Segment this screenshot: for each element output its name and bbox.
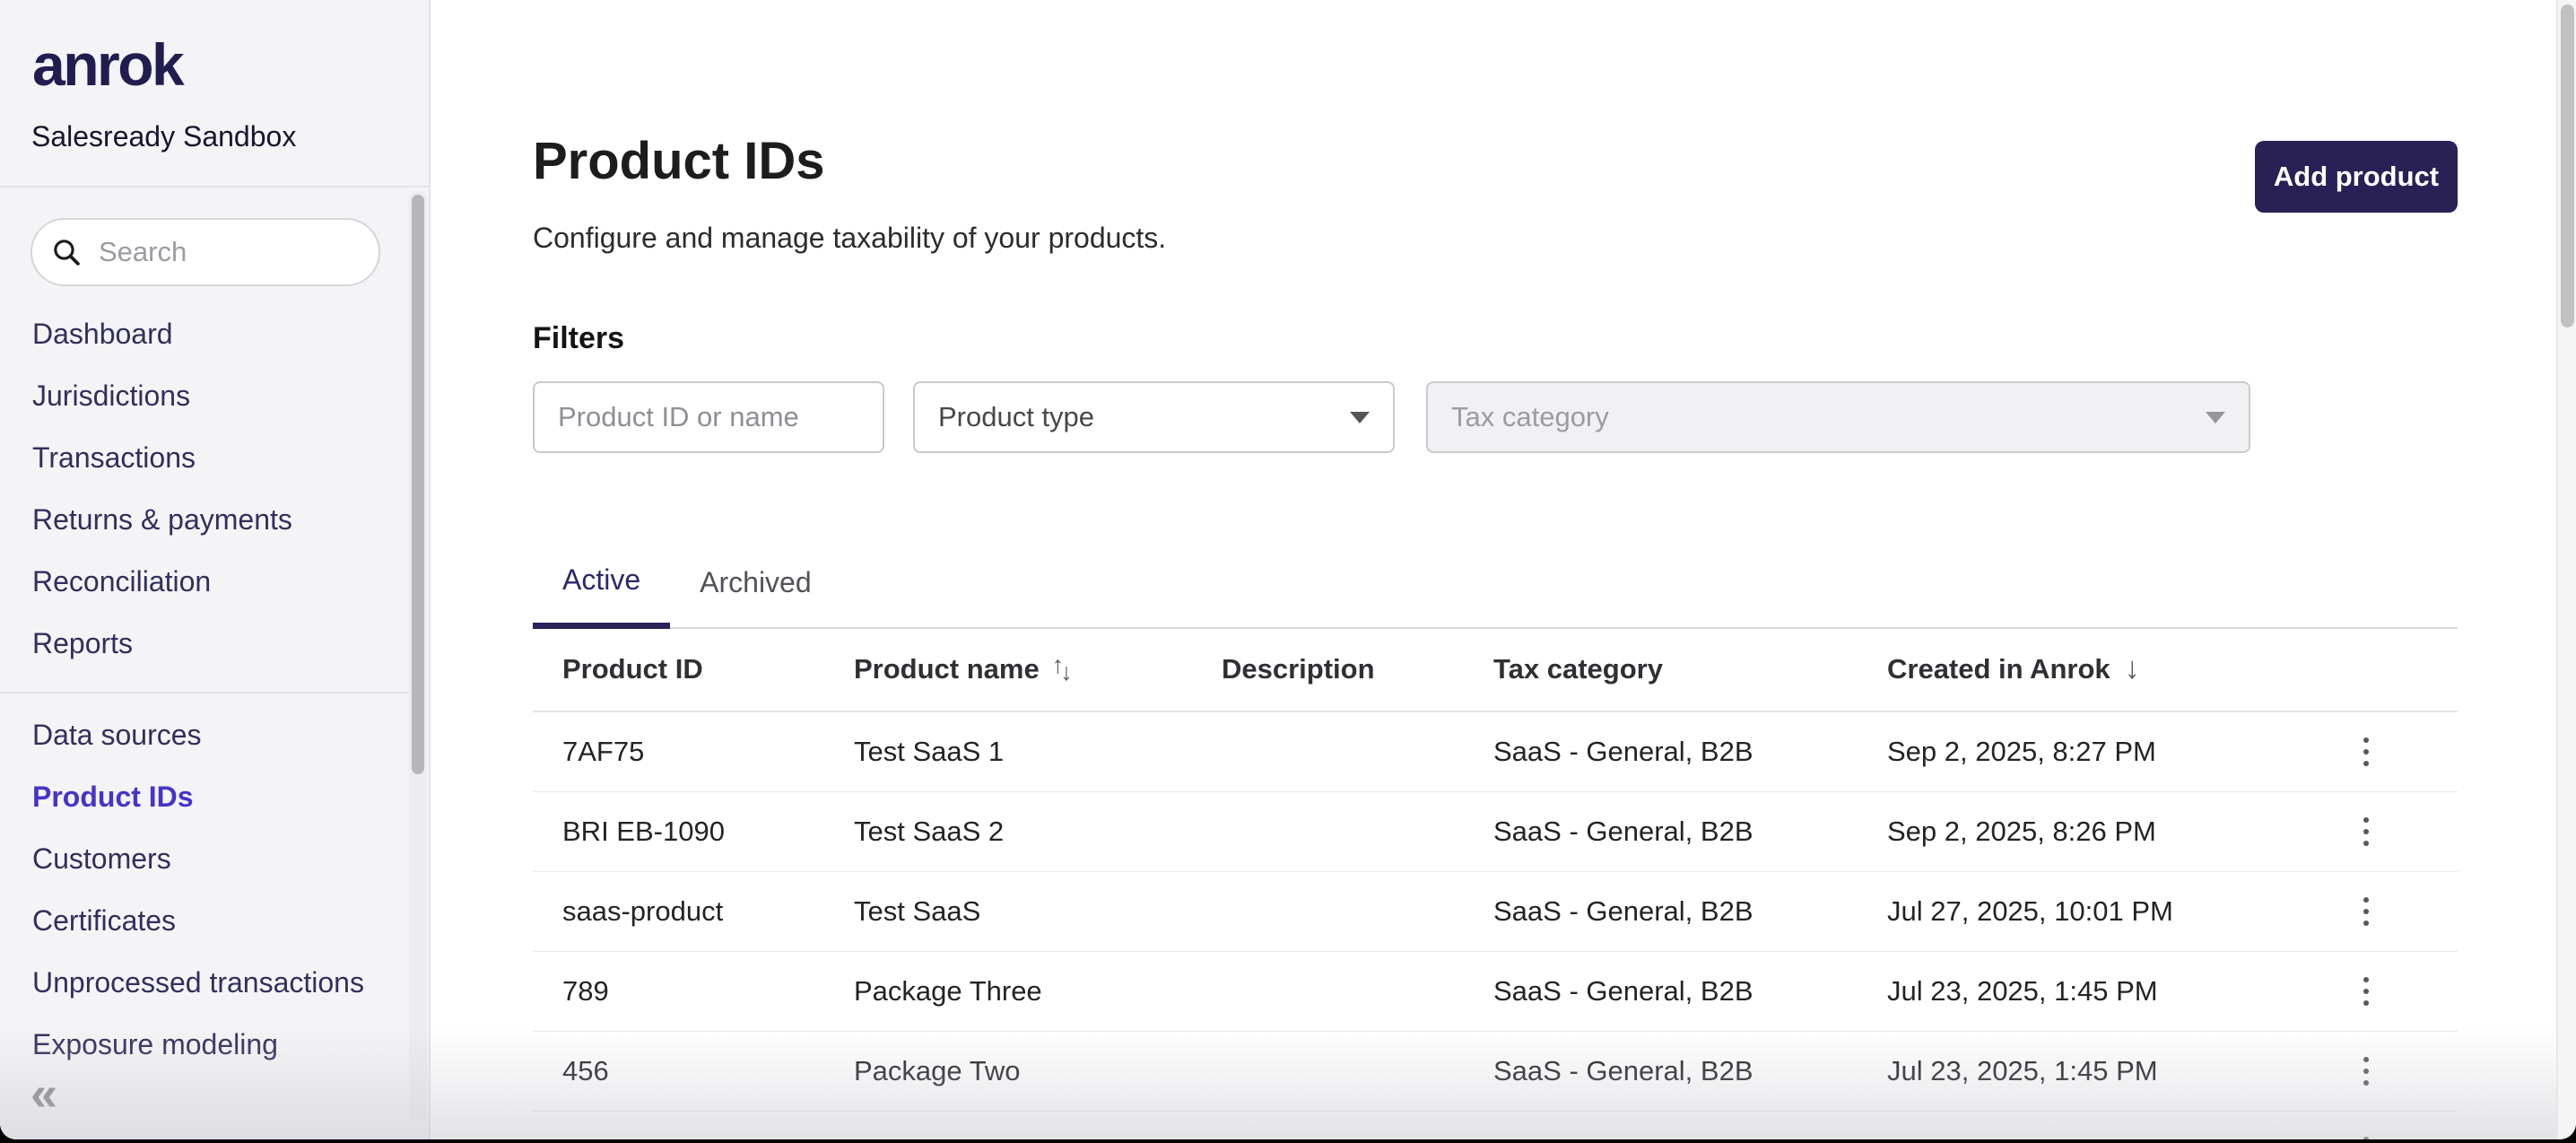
- sidebar-nav-primary: Dashboard Jurisdictions Transactions Ret…: [0, 303, 429, 675]
- row-menu-button[interactable]: [2348, 1130, 2384, 1139]
- cell-tax-category: SaaS - General, B2B: [1493, 895, 1887, 928]
- tax-category-filter-value: Tax category: [1451, 401, 1609, 433]
- sidebar-item-transactions[interactable]: Transactions: [0, 427, 429, 489]
- cell-tax-category: SaaS - General, B2B: [1493, 816, 1887, 848]
- table-row[interactable]: 456 Package Two SaaS - General, B2B Jul …: [533, 1032, 2458, 1112]
- table-row[interactable]: BRI EB-1090 Test SaaS 2 SaaS - General, …: [533, 792, 2458, 872]
- cell-created: Sep 2, 2025, 8:26 PM: [1887, 816, 2361, 848]
- tab-bar: Active Archived: [533, 537, 2458, 629]
- cell-product-name: Test SaaS: [854, 895, 1222, 928]
- column-header-product-name[interactable]: Product name ↑↓: [854, 653, 1222, 685]
- sidebar-divider: [0, 692, 411, 694]
- cell-created: Jul 23, 2025, 1:45 PM: [1887, 1135, 2361, 1139]
- sidebar-item-customers[interactable]: Customers: [0, 828, 429, 890]
- page-scrollbar-track: [2556, 0, 2576, 1139]
- cell-tax-category: SaaS - General, B2B: [1493, 975, 1887, 1008]
- row-menu-button[interactable]: [2348, 730, 2384, 773]
- table-row[interactable]: 789 Package Three SaaS - General, B2B Ju…: [533, 952, 2458, 1032]
- row-menu-button[interactable]: [2348, 1050, 2384, 1093]
- cell-product-name: Test SaaS 1: [854, 736, 1222, 768]
- column-header-created[interactable]: Created in Anrok ↓: [1887, 651, 2361, 686]
- row-menu-button[interactable]: [2348, 890, 2384, 933]
- sidebar-item-exposure-modeling[interactable]: Exposure modeling: [0, 1014, 429, 1076]
- column-header-label: Created in Anrok: [1887, 653, 2110, 685]
- column-header-product-id: Product ID: [562, 653, 854, 685]
- table-header-row: Product ID Product name ↑↓ Description T…: [533, 627, 2458, 712]
- sidebar-item-reconciliation[interactable]: Reconciliation: [0, 551, 429, 613]
- cell-product-id: saas-product: [562, 895, 854, 928]
- sidebar-item-jurisdictions[interactable]: Jurisdictions: [0, 365, 429, 427]
- cell-created: Jul 23, 2025, 1:45 PM: [1887, 1055, 2361, 1087]
- sidebar: anrok Salesready Sandbox Dashboard Juris…: [0, 0, 431, 1139]
- sidebar-item-returns-payments[interactable]: Returns & payments: [0, 489, 429, 551]
- row-menu-button[interactable]: [2348, 970, 2384, 1013]
- table-row[interactable]: 7AF75 Test SaaS 1 SaaS - General, B2B Se…: [533, 712, 2458, 792]
- column-header-label: Product name: [854, 653, 1040, 685]
- cell-tax-category: SaaS - General, B2B: [1493, 1135, 1887, 1139]
- column-header-description: Description: [1222, 653, 1493, 685]
- chevron-down-icon: [1350, 412, 1370, 423]
- table-row[interactable]: saas-product Test SaaS SaaS - General, B…: [533, 872, 2458, 952]
- sidebar-search[interactable]: [30, 218, 380, 286]
- cell-product-id: 7AF75: [562, 736, 854, 768]
- cell-product-id: 123: [562, 1135, 854, 1139]
- cell-product-name: Package One: [854, 1135, 1222, 1139]
- anrok-logo: anrok: [32, 31, 182, 99]
- sidebar-divider: [0, 186, 429, 188]
- cell-tax-category: SaaS - General, B2B: [1493, 1055, 1887, 1087]
- filter-row: Product type Tax category: [533, 381, 2250, 453]
- sidebar-item-data-sources[interactable]: Data sources: [0, 704, 429, 766]
- cell-product-id: BRI EB-1090: [562, 816, 854, 848]
- column-header-tax-category: Tax category: [1493, 653, 1887, 685]
- filters-label: Filters: [533, 321, 624, 356]
- app-window: anrok Salesready Sandbox Dashboard Juris…: [0, 0, 2576, 1139]
- row-menu-button[interactable]: [2348, 810, 2384, 853]
- sidebar-item-product-ids[interactable]: Product IDs: [0, 766, 429, 828]
- cell-created: Jul 23, 2025, 1:45 PM: [1887, 975, 2361, 1008]
- sidebar-item-certificates[interactable]: Certificates: [0, 890, 429, 952]
- cell-product-name: Package Three: [854, 975, 1222, 1008]
- cell-created: Sep 2, 2025, 8:27 PM: [1887, 736, 2361, 768]
- sort-descending-icon: ↓: [2125, 651, 2140, 686]
- tab-archived[interactable]: Archived: [670, 537, 841, 629]
- page-title: Product IDs: [533, 131, 825, 191]
- workspace-name: Salesready Sandbox: [31, 120, 296, 153]
- cell-product-name: Package Two: [854, 1055, 1222, 1087]
- cell-tax-category: SaaS - General, B2B: [1493, 736, 1887, 768]
- product-type-filter-value: Product type: [938, 401, 1094, 433]
- cell-product-name: Test SaaS 2: [854, 816, 1222, 848]
- cell-created: Jul 27, 2025, 10:01 PM: [1887, 895, 2361, 928]
- sidebar-scrollbar-thumb[interactable]: [412, 195, 424, 774]
- cell-product-id: 456: [562, 1055, 854, 1087]
- tax-category-filter-select[interactable]: Tax category: [1426, 381, 2250, 453]
- sort-both-icon: ↑↓: [1052, 655, 1073, 683]
- sidebar-nav-secondary: Data sources Product IDs Customers Certi…: [0, 704, 429, 1076]
- page-scrollbar-thumb[interactable]: [2561, 4, 2574, 327]
- main-content: Product IDs Configure and manage taxabil…: [432, 0, 2556, 1139]
- search-icon: [50, 236, 83, 268]
- add-product-button[interactable]: Add product: [2255, 141, 2458, 213]
- product-id-filter-input[interactable]: [533, 381, 884, 453]
- collapse-sidebar-icon[interactable]: «: [30, 1069, 57, 1118]
- chevron-down-icon: [2206, 412, 2225, 423]
- sidebar-item-unprocessed-transactions[interactable]: Unprocessed transactions: [0, 952, 429, 1014]
- page-subtitle: Configure and manage taxability of your …: [533, 222, 1166, 255]
- sidebar-item-reports[interactable]: Reports: [0, 613, 429, 675]
- search-input[interactable]: [97, 235, 379, 269]
- cell-product-id: 789: [562, 975, 854, 1008]
- sidebar-item-dashboard[interactable]: Dashboard: [0, 303, 429, 365]
- product-type-filter-select[interactable]: Product type: [913, 381, 1395, 453]
- products-table: Product ID Product name ↑↓ Description T…: [533, 627, 2458, 1139]
- table-row[interactable]: 123 Package One SaaS - General, B2B Jul …: [533, 1112, 2458, 1139]
- tab-active[interactable]: Active: [533, 537, 670, 629]
